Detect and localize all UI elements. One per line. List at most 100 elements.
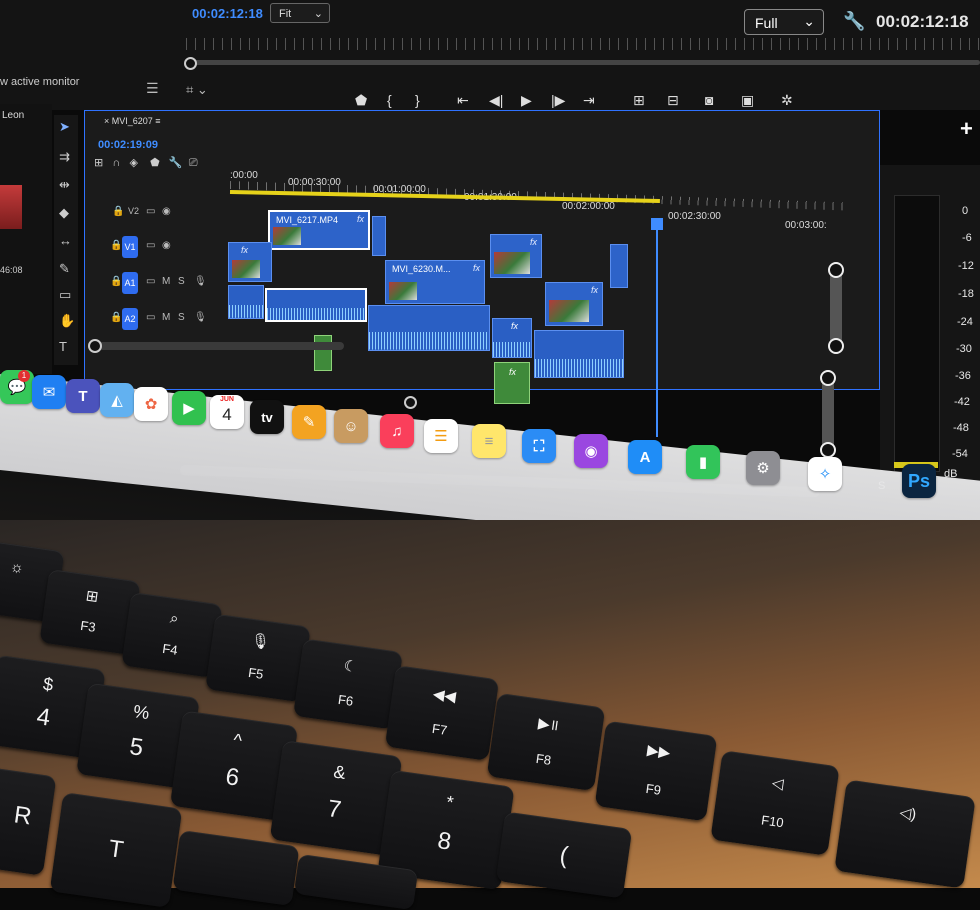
compare-view-icon[interactable]: ▣ bbox=[741, 92, 754, 109]
scroll-handle[interactable] bbox=[828, 338, 844, 354]
contacts-icon[interactable]: ☺ bbox=[334, 409, 368, 443]
razor-icon[interactable]: ◆ bbox=[59, 205, 69, 221]
key-f5[interactable]: 🎙 F5 bbox=[205, 613, 311, 703]
music-icon[interactable]: ♫ bbox=[380, 414, 414, 448]
film-icon[interactable]: ▭ bbox=[146, 240, 155, 251]
scrub-handle[interactable] bbox=[184, 57, 197, 70]
maps-icon[interactable]: ◭ bbox=[100, 383, 134, 417]
numbers-icon[interactable]: ▮ bbox=[686, 445, 720, 479]
settings-sliders-icon[interactable]: ☰ bbox=[146, 80, 159, 97]
audio-clip[interactable]: fx bbox=[492, 318, 532, 358]
video-clip[interactable] bbox=[372, 216, 386, 256]
playback-quality-select[interactable]: Full ⌄ bbox=[744, 9, 824, 35]
hand-tool-icon[interactable]: ✋ bbox=[59, 313, 75, 329]
track-target-tag[interactable]: A2 bbox=[122, 308, 138, 330]
camera-icon[interactable]: ◙ bbox=[705, 92, 713, 108]
marker-icon[interactable]: ⬟ bbox=[355, 92, 367, 109]
pen-tool-icon[interactable]: ✎ bbox=[59, 261, 70, 277]
key-f7[interactable]: ◀◀ F7 bbox=[384, 665, 500, 761]
lock-icon[interactable]: 🔒 bbox=[110, 276, 122, 287]
video-clip[interactable]: fx bbox=[490, 234, 542, 278]
video-clip[interactable]: MVI_6217.MP4 fx bbox=[268, 210, 370, 250]
film-icon[interactable]: ▭ bbox=[146, 206, 155, 217]
lift-icon[interactable]: ⊞ bbox=[633, 92, 645, 109]
track-header-v2[interactable]: 🔒 V2 ▭ ◉ bbox=[100, 200, 226, 228]
rectangle-tool-icon[interactable]: ▭ bbox=[59, 287, 71, 303]
play-icon[interactable]: ▶ bbox=[521, 92, 532, 109]
notes-icon[interactable]: ≡ bbox=[472, 424, 506, 458]
add-marker-icon[interactable]: ⬟ bbox=[150, 157, 160, 169]
video-clip[interactable]: fx bbox=[545, 282, 603, 326]
solo-button[interactable]: S bbox=[178, 312, 185, 323]
type-tool-icon[interactable]: T bbox=[59, 339, 67, 354]
wrench-icon[interactable]: 🔧 bbox=[843, 11, 865, 32]
audio-clip[interactable] bbox=[265, 288, 367, 322]
key-f6[interactable]: ☾ F6 bbox=[293, 638, 403, 730]
photos-icon[interactable]: ✿ bbox=[134, 387, 168, 421]
fit-select[interactable]: Fit ⌄ bbox=[270, 3, 330, 23]
key-f9[interactable]: ▶▶ F9 bbox=[594, 720, 718, 822]
track-target-tag[interactable]: A1 bbox=[122, 272, 138, 294]
lock-icon[interactable]: 🔒 bbox=[110, 312, 122, 323]
mute-button[interactable]: M bbox=[162, 276, 170, 287]
timeline-horizontal-scrollbar[interactable] bbox=[94, 342, 344, 350]
track-header-a2[interactable]: 🔒 A2 ▭ M S 🎙 bbox=[100, 306, 226, 334]
track-header-v1[interactable]: 🔒 V1 ▭ ◉ bbox=[100, 234, 226, 262]
key-f8[interactable]: ▶॥ F8 bbox=[486, 692, 606, 792]
safe-margins-icon[interactable]: ⌗ ⌄ bbox=[186, 82, 208, 98]
go-to-out-icon[interactable]: ⇥ bbox=[583, 92, 595, 109]
scroll-handle[interactable] bbox=[88, 339, 102, 353]
eye-icon[interactable]: ◉ bbox=[162, 240, 171, 251]
key-f10[interactable]: ◁ F10 bbox=[710, 750, 840, 856]
linked-selection-icon[interactable]: ◈ bbox=[129, 157, 137, 169]
photoshop-icon[interactable]: Ps bbox=[902, 464, 936, 498]
panel-tab-label[interactable]: Leon bbox=[2, 110, 24, 121]
step-back-icon[interactable]: ◀| bbox=[489, 92, 503, 109]
key-t[interactable]: T bbox=[49, 792, 183, 908]
sequence-tab[interactable]: × MVI_6207 ≡ bbox=[104, 116, 161, 126]
snap-icon[interactable]: ⊞ bbox=[94, 157, 103, 169]
microphone-icon[interactable]: 🎙 bbox=[194, 276, 207, 287]
lock-icon[interactable]: 🔒 bbox=[112, 206, 124, 217]
step-forward-icon[interactable]: |▶ bbox=[551, 92, 565, 109]
pages-icon[interactable]: ✎ bbox=[292, 405, 326, 439]
audio-clip[interactable] bbox=[228, 285, 264, 319]
program-timecode[interactable]: 00:02:12:18 bbox=[192, 6, 263, 21]
monitor-time-ruler[interactable] bbox=[186, 38, 980, 50]
facetime-icon[interactable]: ▶ bbox=[172, 391, 206, 425]
track-target-tag[interactable]: V1 bbox=[122, 236, 138, 258]
tv-icon[interactable]: tv bbox=[250, 400, 284, 434]
add-button[interactable]: + bbox=[960, 116, 973, 142]
media-thumbnail[interactable] bbox=[0, 185, 22, 229]
scroll-handle[interactable] bbox=[828, 262, 844, 278]
settings-icon[interactable]: ⚙ bbox=[746, 451, 780, 485]
keynote-icon[interactable]: ⛶ bbox=[522, 429, 556, 463]
video-clip[interactable] bbox=[610, 244, 628, 288]
track-header-a1[interactable]: 🔒 A1 ▭ M S 🎙 bbox=[100, 270, 226, 298]
microphone-icon[interactable]: 🎙 bbox=[194, 312, 207, 323]
magnet-icon[interactable]: ∩ bbox=[112, 157, 120, 169]
timeline-timecode[interactable]: 00:02:19:09 bbox=[98, 139, 158, 151]
reminders-icon[interactable]: ☰ bbox=[424, 419, 458, 453]
track-select-icon[interactable]: ⇉ bbox=[59, 149, 70, 165]
selection-tool-icon[interactable]: ➤ bbox=[59, 119, 70, 135]
go-to-in-icon[interactable]: ⇤ bbox=[457, 92, 469, 109]
mark-in-icon[interactable]: { bbox=[387, 92, 392, 108]
video-tracks-scrollbar[interactable] bbox=[828, 262, 844, 354]
monitor-scrub-bar[interactable] bbox=[186, 60, 980, 65]
mail-icon[interactable]: ✉ bbox=[32, 375, 66, 409]
slip-tool-icon[interactable]: ↔ bbox=[59, 233, 72, 248]
teams-icon[interactable]: T bbox=[66, 379, 100, 413]
extract-icon[interactable]: ⊟ bbox=[667, 92, 679, 109]
appstore-icon[interactable]: A bbox=[628, 440, 662, 474]
mute-button[interactable]: M bbox=[162, 312, 170, 323]
solo-button[interactable]: S bbox=[178, 276, 185, 287]
calendar-icon[interactable]: JUN 4 bbox=[210, 395, 244, 429]
lock-icon[interactable]: 🔒 bbox=[110, 240, 122, 251]
captions-icon[interactable]: ⎚ bbox=[189, 157, 198, 169]
film-icon[interactable]: ▭ bbox=[146, 276, 155, 287]
ripple-edit-icon[interactable]: ⇹ bbox=[59, 177, 70, 193]
mark-out-icon[interactable]: } bbox=[415, 92, 420, 108]
vr-icon[interactable]: ✲ bbox=[781, 92, 793, 109]
safari-icon[interactable]: ✧ bbox=[808, 457, 842, 491]
